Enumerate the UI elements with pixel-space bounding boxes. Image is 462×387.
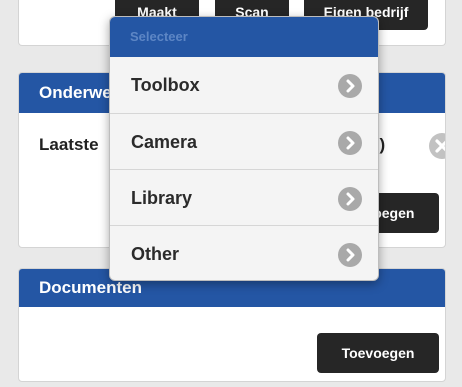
popover-title: Selecteer <box>110 17 378 57</box>
menu-item-camera[interactable]: Camera <box>110 113 378 169</box>
chevron-right-icon <box>338 74 362 98</box>
menu-item-label: Camera <box>131 132 198 152</box>
chevron-right-icon <box>338 243 362 267</box>
remove-icon[interactable] <box>429 133 445 159</box>
menu-item-other[interactable]: Other <box>110 225 378 280</box>
chevron-right-icon <box>338 131 362 155</box>
menu-item-label: Other <box>131 244 180 264</box>
chevron-right-icon <box>338 187 362 211</box>
menu-item-toolbox[interactable]: Toolbox <box>110 57 378 113</box>
documenten-panel: Documenten Toevoegen <box>18 268 446 382</box>
menu-item-label: Library <box>131 188 193 208</box>
menu-item-label: Toolbox <box>131 75 200 95</box>
menu-item-library[interactable]: Library <box>110 169 378 225</box>
documenten-add-button[interactable]: Toevoegen <box>317 333 439 373</box>
select-popover: Selecteer Toolbox Camera Library Other <box>109 16 379 281</box>
popover-list: Toolbox Camera Library Other <box>110 57 378 280</box>
onderwerp-row-label: Laatste <box>39 135 99 154</box>
